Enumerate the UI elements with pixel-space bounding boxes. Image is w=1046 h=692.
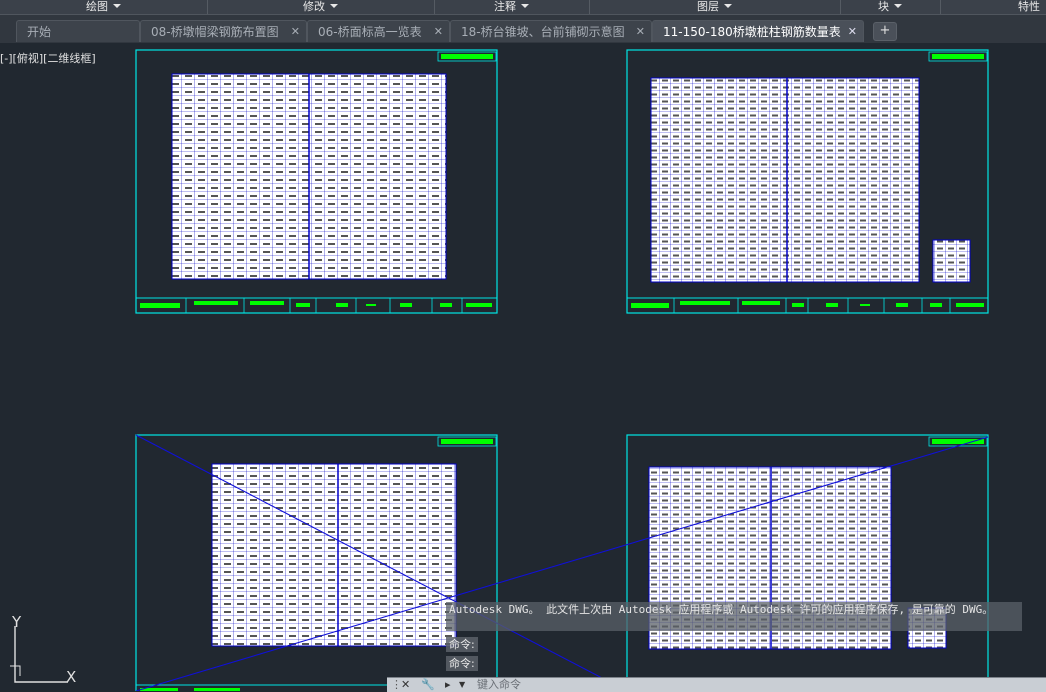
chevron-down-icon[interactable]: ▼ <box>459 678 465 692</box>
tab-file-1[interactable]: 08-桥墩帽梁钢筋布置图 ✕ <box>140 20 307 42</box>
close-icon[interactable]: ✕ <box>434 21 443 42</box>
new-tab-button[interactable]: + <box>873 22 897 41</box>
ucs-x-axis-label: X <box>66 668 77 686</box>
drawing-sheet-bottom-left[interactable] <box>135 434 628 691</box>
file-tab-bar: 开始 08-桥墩帽梁钢筋布置图 ✕ 06-桥面标高一览表 ✕ 18-桥台锥坡、台前铺… <box>0 15 1046 43</box>
drawing-sheet-top-right[interactable] <box>626 49 989 314</box>
tab-label: 18-桥台锥坡、台前铺砌示意图 <box>461 25 625 39</box>
ribbon-panel-modify[interactable]: 修改 <box>207 0 435 14</box>
ribbon-panel-annotate[interactable]: 注释 <box>434 0 590 14</box>
command-prompt-line: 命令: <box>446 656 478 671</box>
tab-start[interactable]: 开始 <box>16 20 140 42</box>
panel-label: 绘图 <box>86 0 108 13</box>
chevron-down-icon <box>724 4 732 8</box>
drawing-canvas[interactable] <box>0 43 1046 691</box>
tab-label: 08-桥墩帽梁钢筋布置图 <box>151 25 279 39</box>
ribbon-panel-properties[interactable]: 特性 <box>940 0 1046 14</box>
close-icon[interactable]: ✕ <box>636 21 645 42</box>
panel-label: 图层 <box>697 0 719 13</box>
command-history: Autodesk DWG。 此文件上次由 Autodesk 应用程序或 Auto… <box>446 602 1022 631</box>
command-input[interactable]: 键入命令 <box>477 678 521 692</box>
viewport-controls-label[interactable]: [-][俯视][二维线框] <box>0 50 96 66</box>
drawing-sheet-top-left[interactable] <box>135 49 498 314</box>
panel-label: 注释 <box>494 0 516 13</box>
ribbon-panel-layers[interactable]: 图层 <box>589 0 841 14</box>
chevron-down-icon <box>521 4 529 8</box>
panel-label: 块 <box>878 0 889 13</box>
panel-label: 修改 <box>303 0 325 13</box>
ribbon-panel-bar: 绘图 修改 注释 图层 块 特性 <box>0 0 1046 15</box>
tab-label: 11-150-180桥墩桩柱钢筋数量表 <box>663 25 841 39</box>
ribbon-panel-draw[interactable]: 绘图 <box>0 0 208 14</box>
tab-file-active[interactable]: 11-150-180桥墩桩柱钢筋数量表 ✕ <box>652 20 864 42</box>
close-icon[interactable]: ✕ <box>848 21 857 42</box>
tab-label: 开始 <box>27 25 52 39</box>
chevron-down-icon <box>113 4 121 8</box>
plus-icon: + <box>879 23 891 38</box>
ucs-y-axis-label: Y <box>12 613 22 631</box>
tab-file-3[interactable]: 18-桥台锥坡、台前铺砌示意图 ✕ <box>450 20 652 42</box>
wrench-icon[interactable]: 🔧 <box>421 678 435 692</box>
command-prompt-line: 命令: <box>446 637 478 652</box>
chevron-down-icon <box>894 4 902 8</box>
command-prompt-icon[interactable]: ▸ <box>445 678 451 692</box>
close-icon[interactable]: ✕ <box>291 21 300 42</box>
command-line-bar: ⋮ ✕ 🔧 ▸ ▼ 键入命令 <box>387 677 1046 692</box>
close-icon[interactable]: ✕ <box>401 678 410 692</box>
tab-label: 06-桥面标高一览表 <box>318 25 422 39</box>
ribbon-panel-block[interactable]: 块 <box>840 0 941 14</box>
chevron-down-icon <box>330 4 338 8</box>
panel-label: 特性 <box>1018 0 1040 13</box>
tab-file-2[interactable]: 06-桥面标高一览表 ✕ <box>307 20 450 42</box>
